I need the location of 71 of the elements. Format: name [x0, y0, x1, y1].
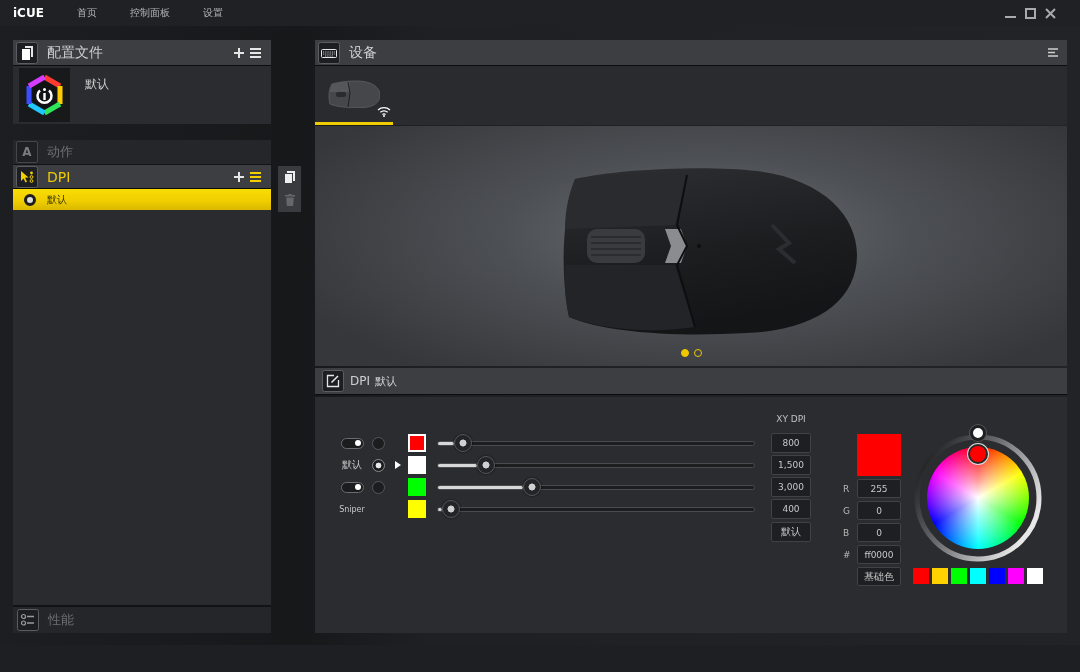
field-label: # — [843, 549, 852, 560]
nav-link[interactable]: 控制面板 — [130, 6, 170, 20]
panel-title: DPI — [350, 374, 370, 388]
documents-icon — [16, 41, 38, 64]
menu-icon[interactable] — [250, 171, 261, 182]
default-button[interactable]: 默认 — [771, 522, 811, 542]
slider-thumb[interactable] — [453, 434, 472, 452]
cursor-dots-icon — [16, 165, 38, 188]
color-value-field[interactable]: ff0000 — [857, 545, 901, 564]
menu-icon[interactable] — [250, 47, 261, 58]
slider-thumb[interactable] — [523, 478, 542, 496]
panel-title: DPI — [47, 168, 71, 185]
color-swatch[interactable] — [970, 568, 986, 584]
mouse-thumbnail — [328, 80, 380, 108]
stage-label: 默认 — [342, 458, 362, 472]
radio-button[interactable] — [371, 436, 385, 450]
stage-label: Sniper — [339, 504, 365, 514]
radio-button[interactable] — [371, 458, 385, 472]
color-value-field[interactable]: 0 — [857, 501, 901, 520]
nav-link[interactable]: 首页 — [77, 6, 97, 20]
color-swatch[interactable] — [408, 456, 426, 474]
ring-icon — [24, 193, 36, 206]
field-label: R — [843, 483, 851, 494]
dpi-value-field[interactable]: 400 — [771, 499, 811, 519]
brightness-handle[interactable] — [970, 425, 986, 441]
color-swatch[interactable] — [408, 500, 426, 518]
base-colors-button[interactable]: 基础色 — [857, 567, 901, 586]
color-value-field[interactable]: 0 — [857, 523, 901, 542]
profile-item[interactable]: 默认 — [13, 66, 271, 124]
color-swatch[interactable] — [913, 568, 929, 584]
keyboard-icon — [318, 41, 340, 64]
copy-icon[interactable] — [284, 171, 295, 184]
slider-thumb[interactable] — [442, 500, 460, 518]
nav-link[interactable]: 设置 — [203, 6, 223, 20]
slider-thumb[interactable] — [476, 456, 495, 474]
radio-button[interactable] — [371, 480, 385, 494]
maximize-icon[interactable] — [1025, 7, 1036, 19]
list-icon[interactable] — [1048, 48, 1058, 57]
color-wheel[interactable] — [927, 447, 1029, 549]
page-dot[interactable] — [680, 349, 689, 357]
color-swatch[interactable] — [408, 478, 426, 496]
panel-title: 性能 — [48, 611, 74, 629]
letter-a-icon: A — [16, 141, 38, 163]
color-swatch[interactable] — [1008, 568, 1024, 584]
plus-icon[interactable] — [234, 47, 244, 58]
dpi-value-field[interactable]: 1,500 — [771, 455, 811, 475]
panel-title: 动作 — [47, 143, 73, 161]
dpi-list-item[interactable]: 默认 — [13, 189, 271, 210]
dpi-value-field[interactable]: 3,000 — [771, 477, 811, 497]
edit-icon — [322, 370, 344, 392]
color-swatch[interactable] — [1027, 568, 1043, 584]
plus-icon[interactable] — [234, 171, 244, 182]
toggle-switch[interactable] — [340, 481, 364, 493]
dpi-value-field[interactable]: 800 — [771, 433, 811, 453]
field-label: B — [843, 527, 851, 538]
column-header: XY DPI — [775, 414, 807, 424]
color-swatch[interactable] — [408, 434, 426, 452]
color-value-field[interactable]: 255 — [857, 479, 901, 498]
color-swatch[interactable] — [989, 568, 1005, 584]
field-label: G — [843, 505, 851, 516]
brightness-ring[interactable] — [913, 433, 1043, 563]
panel-title: 配置文件 — [47, 43, 103, 62]
hexagon-logo-icon — [19, 68, 70, 122]
color-swatch[interactable] — [951, 568, 967, 584]
panel-title: 设备 — [349, 43, 377, 62]
profile-name: 默认 — [375, 373, 397, 389]
close-icon[interactable] — [1045, 7, 1056, 19]
toggle-switch[interactable] — [340, 437, 364, 449]
color-handle[interactable] — [968, 444, 988, 464]
color-swatch[interactable] — [932, 568, 948, 584]
app-name: iCUE — [13, 6, 45, 20]
